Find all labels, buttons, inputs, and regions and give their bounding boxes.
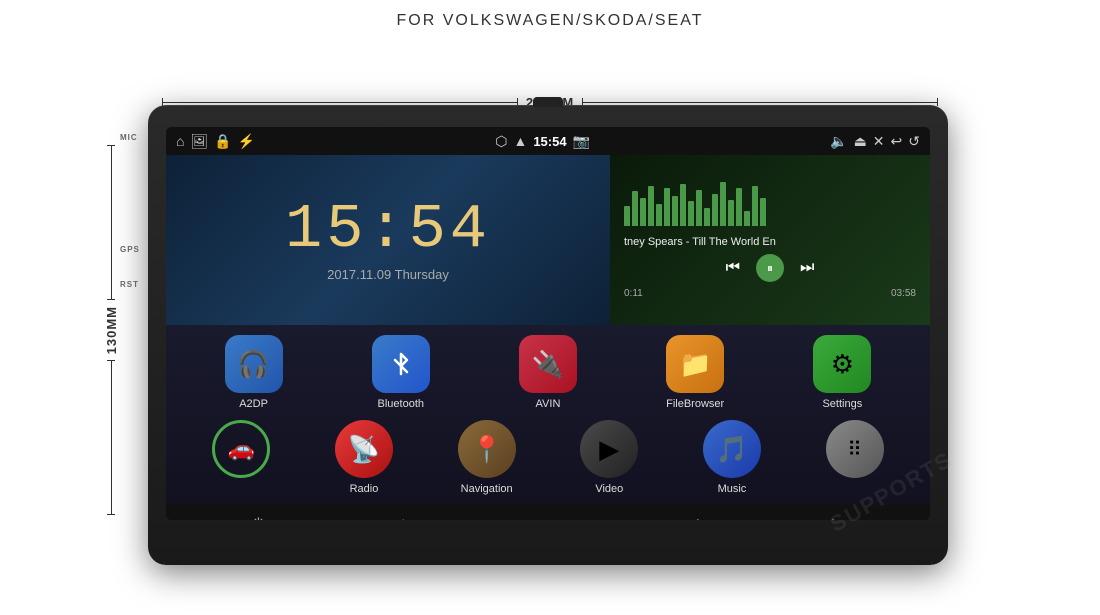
screen-main: 15:54 2017.11.09 Thursday	[166, 155, 930, 520]
eq-bar	[752, 186, 758, 226]
time-elapsed: 0:11	[624, 288, 643, 299]
eq-bar	[720, 182, 726, 226]
app-video[interactable]: ▶ Video	[569, 420, 649, 495]
navigation-label: Navigation	[461, 483, 513, 495]
eq-bar	[760, 198, 766, 226]
avin-label: AVIN	[536, 398, 561, 410]
filebrowser-icon: 📁	[666, 335, 724, 393]
eq-bar	[632, 191, 638, 226]
app-music[interactable]: 🎵 Music	[692, 420, 772, 495]
eq-bar	[648, 186, 654, 226]
next-button[interactable]: ⏭	[800, 259, 814, 277]
nav-bar: ⏻ △ ↩ ◀ ▶	[166, 505, 930, 520]
app-avin[interactable]: 🔌 AVIN	[508, 335, 588, 410]
settings-label: Settings	[822, 398, 862, 410]
app-navigation[interactable]: 📍 Navigation	[447, 420, 527, 495]
back-button[interactable]: ↩	[542, 515, 554, 521]
radio-icon: 📡	[335, 420, 393, 478]
bluetooth-label: Bluetooth	[378, 398, 424, 410]
radio-label: Radio	[350, 483, 379, 495]
app-row-2: 🚗 📡 Radio 📍 Navigation ▶	[180, 420, 916, 495]
screen: ⌂ 🖼 🔒 ⚡ ⬡ ▲ 15:54 📷 🔈 ⏏ ✕ ↩ ↺	[166, 127, 930, 520]
image-icon: 🖼	[190, 133, 208, 150]
app-radio[interactable]: 📡 Radio	[324, 420, 404, 495]
status-left-icons: ⌂ 🖼 🔒 ⚡	[176, 133, 255, 150]
status-center-icons: ⬡ ▲ 15:54 📷	[495, 133, 590, 150]
filebrowser-label: FileBrowser	[666, 398, 724, 410]
prev-track-button[interactable]: ◀	[688, 515, 699, 521]
app-menu[interactable]: ⠿	[815, 420, 895, 483]
eq-bar	[744, 211, 750, 226]
power-button[interactable]: ⏻	[253, 515, 264, 521]
page-title: FOR VOLKSWAGEN/SKODA/SEAT	[0, 0, 1100, 30]
time-total: 03:58	[891, 288, 916, 299]
app-bluetooth[interactable]: Bluetooth	[361, 335, 441, 410]
close-icon: ✕	[873, 133, 885, 150]
eq-bar	[728, 200, 734, 226]
eq-bar	[664, 188, 670, 226]
bluetooth-status-icon: ⬡	[495, 133, 507, 150]
home-button[interactable]: △	[398, 515, 409, 521]
apps-section: 🎧 A2DP Bluetooth 🔌	[166, 325, 930, 505]
clock-time: 15:54	[285, 199, 491, 261]
song-title: tney Spears - Till The World En	[624, 236, 916, 248]
dimension-height: 130MM	[104, 145, 119, 515]
clock-date: 2017.11.09 Thursday	[327, 267, 449, 282]
top-section: 15:54 2017.11.09 Thursday	[166, 155, 930, 325]
bluetooth-icon	[372, 335, 430, 393]
app-a2dp[interactable]: 🎧 A2DP	[214, 335, 294, 410]
app-settings[interactable]: ⚙ Settings	[802, 335, 882, 410]
status-time: 15:54	[533, 134, 566, 149]
eq-bar	[712, 194, 718, 226]
play-pause-button[interactable]: ⏸	[756, 254, 784, 282]
music-widget: tney Spears - Till The World En ⏮ ⏸ ⏭ 0:…	[610, 155, 930, 325]
equalizer	[624, 181, 916, 226]
usb-icon: ⚡	[238, 133, 255, 150]
device-unit: MIC GPS RST ⌂ 🖼 🔒 ⚡ ⬡ ▲ 15:54 📷	[148, 105, 948, 565]
camera-icon: 📷	[573, 133, 590, 150]
status-right-icons: 🔈 ⏏ ✕ ↩ ↺	[830, 133, 920, 150]
eq-bar	[656, 204, 662, 226]
music-icon: 🎵	[703, 420, 761, 478]
lock-icon: 🔒	[214, 133, 231, 150]
a2dp-icon: 🎧	[225, 335, 283, 393]
status-bar: ⌂ 🖼 🔒 ⚡ ⬡ ▲ 15:54 📷 🔈 ⏏ ✕ ↩ ↺	[166, 127, 930, 155]
mic-label: MIC	[120, 133, 138, 142]
rst-label: RST	[120, 280, 139, 289]
clock-widget: 15:54 2017.11.09 Thursday	[166, 155, 610, 325]
home-icon: ⌂	[176, 133, 184, 149]
eq-bar	[680, 184, 686, 226]
avin-icon: 🔌	[519, 335, 577, 393]
eq-bar	[640, 198, 646, 226]
volume-icon: 🔈	[830, 133, 847, 150]
video-icon: ▶	[580, 420, 638, 478]
app-filebrowser[interactable]: 📁 FileBrowser	[655, 335, 735, 410]
redo-icon: ↺	[908, 133, 920, 150]
app-row-1: 🎧 A2DP Bluetooth 🔌	[180, 335, 916, 410]
a2dp-label: A2DP	[239, 398, 268, 410]
gps-label: GPS	[120, 245, 140, 254]
menu-icon: ⠿	[826, 420, 884, 478]
settings-icon: ⚙	[813, 335, 871, 393]
eq-bar	[696, 190, 702, 226]
navigation-icon: 📍	[458, 420, 516, 478]
car-icon: 🚗	[212, 420, 270, 478]
eq-bar	[688, 201, 694, 226]
music-label: Music	[718, 483, 747, 495]
eq-bar	[704, 208, 710, 226]
wifi-icon: ▲	[513, 133, 527, 149]
time-row: 0:11 03:58	[624, 288, 916, 299]
eq-bar	[736, 188, 742, 226]
music-controls[interactable]: ⏮ ⏸ ⏭	[624, 254, 916, 282]
app-car[interactable]: 🚗	[201, 420, 281, 483]
eq-bar	[624, 206, 630, 226]
screen-bezel: ⌂ 🖼 🔒 ⚡ ⬡ ▲ 15:54 📷 🔈 ⏏ ✕ ↩ ↺	[166, 127, 930, 520]
eject-icon: ⏏	[854, 133, 867, 150]
eq-bar	[672, 196, 678, 226]
prev-button[interactable]: ⏮	[726, 259, 740, 277]
back-icon: ↩	[891, 133, 903, 150]
device-bump	[533, 97, 563, 107]
video-label: Video	[595, 483, 623, 495]
